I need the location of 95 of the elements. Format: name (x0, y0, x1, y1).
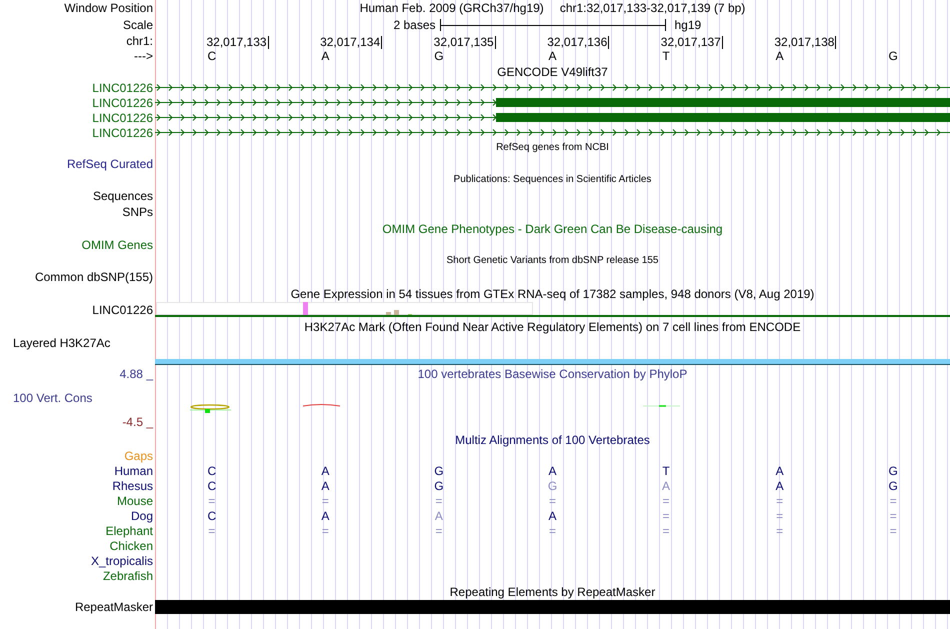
aligned-base: A (320, 480, 330, 492)
aligned-base: = (888, 494, 898, 506)
aligned-base: A (547, 464, 558, 476)
aligned-base: G (888, 480, 899, 492)
track-title: 100 vertebrates Basewise Conservation by PhyloP (418, 368, 688, 380)
aligned-base: = (775, 494, 784, 506)
aligned-base: C (206, 464, 218, 476)
assembly-name: hg19 (674, 17, 702, 34)
track-label[interactable]: Chicken (110, 540, 153, 552)
aligned-base: A (774, 464, 785, 476)
aligned-base: = (888, 510, 898, 522)
track-label[interactable]: chr1: (126, 35, 153, 47)
coordinate-label: 32,017,133 (206, 34, 267, 51)
base-letter: A (320, 50, 330, 62)
aligned-base: A (661, 480, 672, 492)
track-label[interactable]: LINC01226 (92, 82, 153, 94)
tick-mark (494, 36, 496, 48)
track-title: OMIM Gene Phenotypes - Dark Green Can Be Disease-causing (382, 222, 723, 234)
aligned-base: = (888, 524, 898, 536)
base-letter: G (888, 50, 899, 62)
tick-mark (608, 36, 610, 48)
aligned-base: A (320, 510, 330, 522)
aligned-base: G (546, 480, 558, 492)
tick-mark (722, 36, 723, 48)
tick-mark (835, 36, 836, 48)
track-label[interactable]: 100 Vert. Cons (13, 392, 92, 404)
track-label[interactable]: 4.88 _ (120, 368, 153, 380)
track-label[interactable]: ---> (134, 50, 153, 62)
track-caption: RefSeq genes from NCBI (496, 143, 609, 153)
aligned-base: G (888, 464, 899, 476)
track-caption: Short Genetic Variants from dbSNP release 155 (446, 256, 658, 266)
track-label[interactable]: Layered H3K27Ac (13, 337, 110, 349)
track-label[interactable]: OMIM Genes (82, 239, 153, 251)
track-label[interactable]: LINC01226 (92, 126, 153, 138)
base-letter: A (547, 50, 558, 62)
aligned-base: = (207, 494, 216, 506)
track-label[interactable]: Window Position (64, 2, 153, 14)
aligned-base: = (207, 524, 216, 536)
scale-text: 2 bases (393, 17, 436, 34)
position-range: chr1:32,017,133-32,017,139 (7 bp) (560, 0, 746, 17)
base-letter: G (433, 50, 445, 62)
base-letter: C (206, 50, 218, 62)
base-letter: A (774, 50, 785, 62)
track-label[interactable]: RepeatMasker (74, 601, 153, 613)
track-caption: Publications: Sequences in Scientific Articles (454, 175, 652, 185)
track-label[interactable]: LINC01226 (92, 96, 153, 108)
track-label[interactable]: RefSeq Curated (66, 158, 153, 170)
coordinate-label: 32,017,138 (774, 34, 834, 51)
track-label[interactable]: Sequences (92, 190, 153, 202)
aligned-base: = (434, 524, 444, 536)
track-label[interactable]: Human (114, 464, 153, 476)
aligned-base: = (662, 524, 671, 536)
track-label[interactable]: Rhesus (112, 480, 153, 492)
aligned-base: A (320, 464, 330, 476)
aligned-base: T (661, 464, 671, 476)
aligned-base: = (320, 524, 330, 536)
aligned-base: = (662, 510, 671, 522)
coordinate-label: 32,017,134 (320, 34, 380, 51)
aligned-base: A (774, 480, 785, 492)
aligned-base: = (548, 524, 557, 536)
track-title: GENCODE V49lift37 (497, 66, 608, 78)
aligned-base: G (433, 464, 445, 476)
aligned-base: = (775, 510, 784, 522)
track-title: Repeating Elements by RepeatMasker (450, 586, 656, 598)
track-label[interactable]: SNPs (122, 206, 153, 218)
track-label[interactable]: Common dbSNP(155) (34, 271, 153, 283)
track-label[interactable]: Elephant (106, 524, 153, 536)
aligned-base: A (434, 510, 444, 522)
base-letter: T (661, 50, 671, 62)
aligned-base: C (206, 510, 218, 522)
track-label[interactable]: Scale (122, 18, 153, 30)
aligned-base: = (775, 524, 784, 536)
coordinate-label: 32,017,136 (547, 34, 608, 51)
track-label[interactable]: Mouse (116, 494, 153, 506)
track-title: Multiz Alignments of 100 Vertebrates (455, 434, 650, 446)
tick-mark (381, 36, 382, 48)
track-title: H3K27Ac Mark (Often Found Near Active Regulatory Elements) on 7 cell lines from ENCODE (304, 320, 801, 332)
aligned-base: = (434, 494, 444, 506)
track-title: Gene Expression in 54 tissues from GTEx RNA-seq of 17382 samples, 948 donors (V8, Aug 2019) (290, 288, 814, 300)
tick-mark (268, 36, 269, 48)
track-label[interactable]: Dog (130, 510, 153, 522)
track-label[interactable]: Zebrafish (102, 570, 153, 582)
coordinate-label: 32,017,137 (660, 34, 721, 51)
aligned-base: A (547, 510, 558, 522)
coordinate-label: 32,017,135 (434, 34, 494, 51)
track-label[interactable]: LINC01226 (92, 304, 153, 316)
track-label[interactable]: LINC01226 (92, 112, 153, 124)
track-label[interactable]: X_tropicalis (90, 554, 153, 566)
aligned-base: = (548, 494, 557, 506)
assembly-title: Human Feb. 2009 (GRCh37/hg19) (360, 0, 544, 17)
aligned-base: = (662, 494, 671, 506)
aligned-base: C (206, 480, 218, 492)
aligned-base: G (433, 480, 445, 492)
aligned-base: = (320, 494, 330, 506)
track-label[interactable]: -4.5 _ (122, 416, 153, 428)
